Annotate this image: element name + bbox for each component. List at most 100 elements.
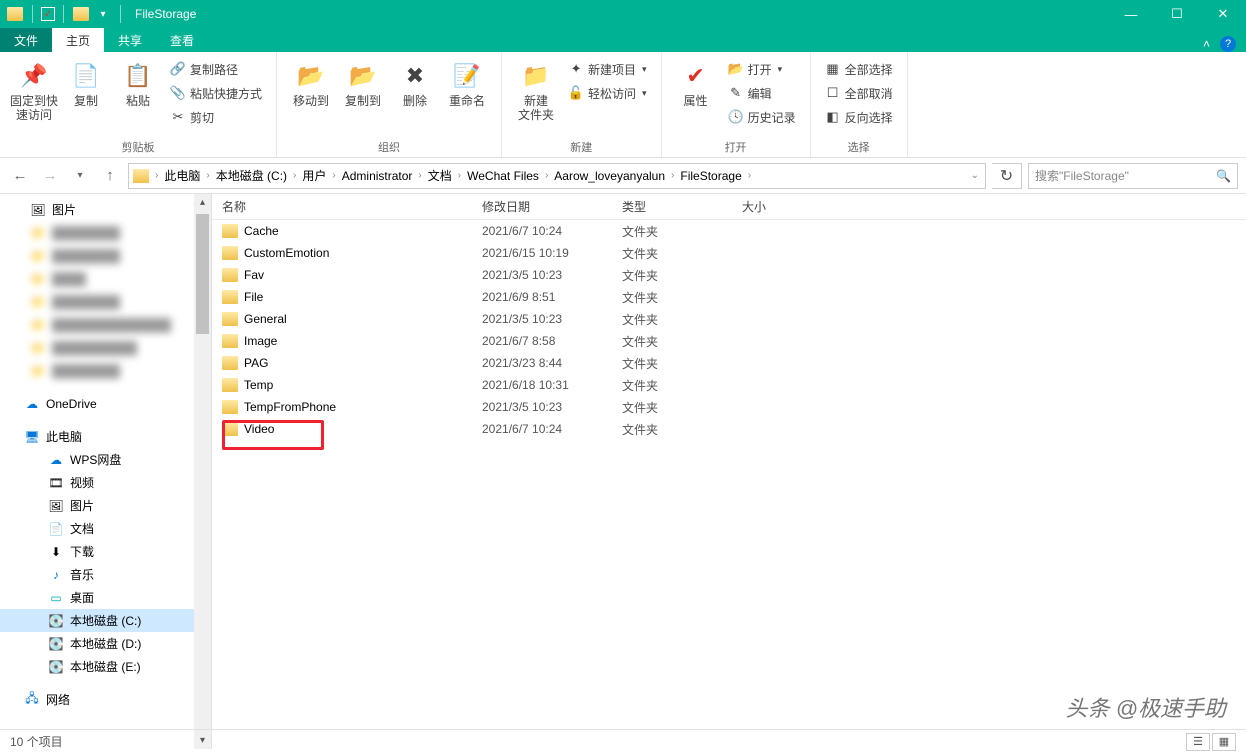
tab-view[interactable]: 查看 [156, 28, 208, 52]
tree-documents[interactable]: 📄文档 [0, 517, 211, 540]
pin-button[interactable]: 📌 固定到快 速访问 [10, 56, 58, 128]
view-icons-button[interactable]: ▦ [1212, 733, 1236, 751]
tree-downloads[interactable]: ⬇下载 [0, 540, 211, 563]
forward-button[interactable]: → [38, 164, 62, 188]
paste-button[interactable]: 📋 粘贴 [114, 56, 162, 128]
address-bar[interactable]: › 此电脑› 本地磁盘 (C:)› 用户› Administrator› 文档›… [128, 163, 986, 189]
col-name[interactable]: 名称 [222, 198, 482, 215]
file-row[interactable]: Image2021/6/7 8:58文件夹 [212, 330, 1246, 352]
paste-shortcut-button[interactable]: 📎粘贴快捷方式 [166, 82, 266, 104]
selectall-icon: ▦ [825, 61, 841, 77]
file-row[interactable]: Cache2021/6/7 10:24文件夹 [212, 220, 1246, 242]
crumb[interactable]: Aarow_loveyanyalun [550, 164, 669, 188]
disk-icon: 💽 [48, 659, 64, 675]
tree-pinned-item[interactable]: 📁████████ [0, 244, 211, 267]
maximize-button[interactable]: ☐ [1154, 0, 1200, 28]
copy-to-button[interactable]: 📂复制到 [339, 56, 387, 108]
scroll-thumb[interactable] [196, 214, 209, 334]
tree-desktop[interactable]: ▭桌面 [0, 586, 211, 609]
copy-button[interactable]: 📄 复制 [62, 56, 110, 128]
tab-share[interactable]: 共享 [104, 28, 156, 52]
copy-path-button[interactable]: 🔗复制路径 [166, 58, 266, 80]
tree-music[interactable]: ♪音乐 [0, 563, 211, 586]
open-button[interactable]: 📂打开▾ [724, 58, 800, 80]
tree-wps[interactable]: ☁WPS网盘 [0, 448, 211, 471]
tree-this-pc[interactable]: 🖥此电脑 [0, 425, 211, 448]
rename-button[interactable]: 📝重命名 [443, 56, 491, 108]
crumb[interactable]: 此电脑 [160, 164, 204, 188]
crumb[interactable]: Administrator [338, 164, 417, 188]
file-date: 2021/6/7 8:58 [482, 334, 622, 348]
file-row[interactable]: General2021/3/5 10:23文件夹 [212, 308, 1246, 330]
easy-access-button[interactable]: 🔓轻松访问▾ [564, 82, 651, 104]
delete-button[interactable]: ✖删除 [391, 56, 439, 108]
view-details-button[interactable]: ☰ [1186, 733, 1210, 751]
status-bar: 10 个项目 ☰ ▦ [0, 729, 1246, 753]
tree-pictures2[interactable]: 🖼图片 [0, 494, 211, 517]
select-none-button[interactable]: ☐全部取消 [821, 82, 897, 104]
col-date[interactable]: 修改日期 [482, 198, 622, 215]
tree-scrollbar[interactable]: ▴ ▾ [194, 194, 211, 749]
col-type[interactable]: 类型 [622, 198, 742, 215]
group-clipboard-label: 剪贴板 [10, 139, 266, 155]
file-row[interactable]: PAG2021/3/23 8:44文件夹 [212, 352, 1246, 374]
tree-disk-d[interactable]: 💽本地磁盘 (D:) [0, 632, 211, 655]
scroll-up-icon[interactable]: ▴ [194, 194, 211, 211]
search-box[interactable]: 搜索"FileStorage" 🔍 [1028, 163, 1238, 189]
qat-newfolder-icon[interactable] [72, 5, 90, 23]
help-icon[interactable]: ? [1220, 36, 1236, 52]
crumb[interactable]: 文档 [424, 164, 456, 188]
file-type: 文件夹 [622, 333, 742, 350]
tree-pinned-item[interactable]: 📁████████ [0, 290, 211, 313]
crumb[interactable]: 本地磁盘 (C:) [212, 164, 291, 188]
col-size[interactable]: 大小 [742, 198, 822, 215]
edit-button[interactable]: ✎编辑 [724, 82, 800, 104]
tree-disk-e[interactable]: 💽本地磁盘 (E:) [0, 655, 211, 678]
tree-videos[interactable]: 🎞视频 [0, 471, 211, 494]
close-button[interactable]: ✕ [1200, 0, 1246, 28]
properties-button[interactable]: ✔属性 [672, 56, 720, 128]
tree-pinned-item[interactable]: 📁██████████ [0, 336, 211, 359]
column-headers[interactable]: 名称 修改日期 类型 大小 [212, 194, 1246, 220]
navigation-tree[interactable]: 🖼图片📌 📁████████ 📁████████ 📁████ 📁████████… [0, 194, 212, 749]
file-row[interactable]: TempFromPhone2021/3/5 10:23文件夹 [212, 396, 1246, 418]
qat-dropdown-icon[interactable]: ▾ [94, 5, 112, 23]
pin-icon: 📌 [18, 60, 50, 92]
qat-properties-icon[interactable]: ✓ [41, 7, 55, 21]
refresh-button[interactable]: ↻ [992, 163, 1022, 189]
file-row[interactable]: Temp2021/6/18 10:31文件夹 [212, 374, 1246, 396]
tree-pinned-item[interactable]: 📁████████ [0, 359, 211, 382]
tree-pinned-item[interactable]: 📁████████ [0, 221, 211, 244]
tree-pinned-item[interactable]: 📁████ [0, 267, 211, 290]
tab-home[interactable]: 主页 [52, 28, 104, 52]
tree-pinned-item[interactable]: 📁██████████████ [0, 313, 211, 336]
cut-button[interactable]: ✂剪切 [166, 106, 266, 128]
tree-network[interactable]: 🖧网络 [0, 688, 211, 711]
file-row[interactable]: CustomEmotion2021/6/15 10:19文件夹 [212, 242, 1246, 264]
tree-pictures[interactable]: 🖼图片📌 [0, 198, 211, 221]
tree-onedrive[interactable]: ☁OneDrive [0, 392, 211, 415]
minimize-button[interactable]: — [1108, 0, 1154, 28]
file-row[interactable]: File2021/6/9 8:51文件夹 [212, 286, 1246, 308]
address-dropdown-icon[interactable]: ⌄ [971, 170, 979, 181]
new-folder-button[interactable]: 📁新建 文件夹 [512, 56, 560, 122]
file-date: 2021/6/15 10:19 [482, 246, 622, 260]
back-button[interactable]: ← [8, 164, 32, 188]
up-button[interactable]: ↑ [98, 164, 122, 188]
move-to-button[interactable]: 📂移动到 [287, 56, 335, 108]
recent-locations-button[interactable]: ▾ [68, 164, 92, 188]
history-button[interactable]: 🕓历史记录 [724, 106, 800, 128]
collapse-ribbon-icon[interactable]: ˄ [1203, 37, 1210, 51]
folder-icon [222, 290, 238, 304]
crumb[interactable]: WeChat Files [463, 164, 543, 188]
new-item-button[interactable]: ✦新建项目▾ [564, 58, 651, 80]
newitem-icon: ✦ [568, 61, 584, 77]
tab-file[interactable]: 文件 [0, 28, 52, 52]
crumb[interactable]: 用户 [298, 164, 330, 188]
select-all-button[interactable]: ▦全部选择 [821, 58, 897, 80]
invert-selection-button[interactable]: ◧反向选择 [821, 106, 897, 128]
file-row[interactable]: Fav2021/3/5 10:23文件夹 [212, 264, 1246, 286]
crumb[interactable]: FileStorage [676, 164, 745, 188]
file-row[interactable]: Video2021/6/7 10:24文件夹 [212, 418, 1246, 440]
tree-disk-c[interactable]: 💽本地磁盘 (C:) [0, 609, 211, 632]
